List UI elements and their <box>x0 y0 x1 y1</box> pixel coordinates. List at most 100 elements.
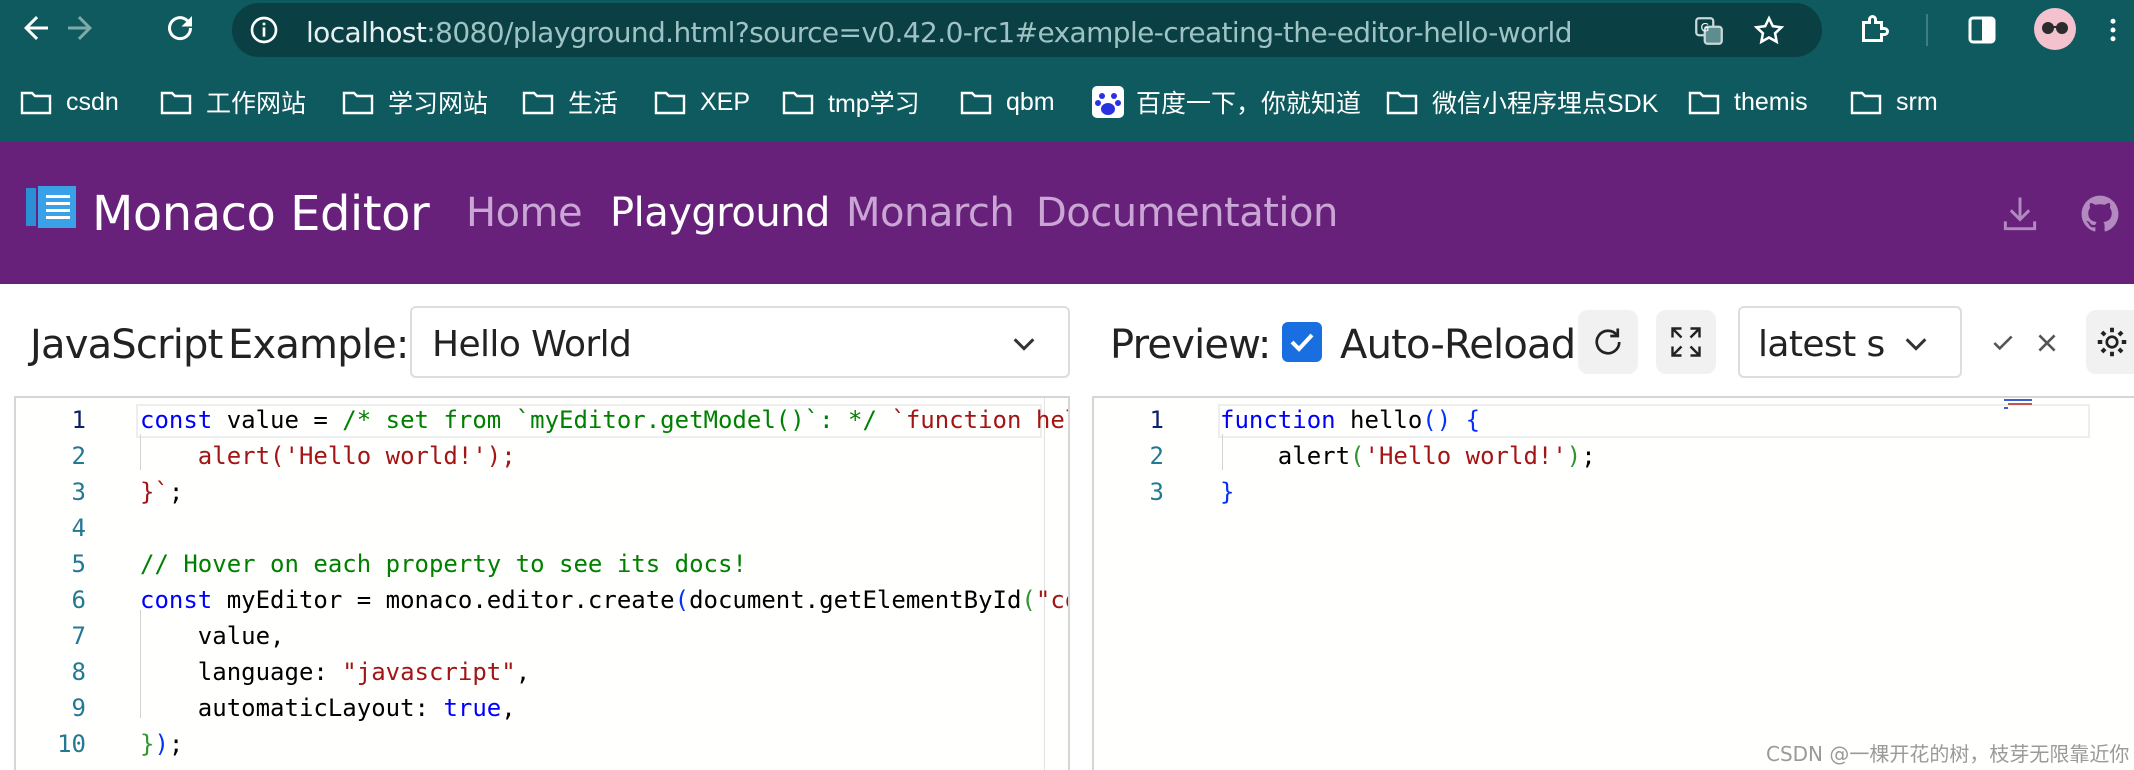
bookmark-csdn[interactable]: csdn <box>20 82 119 122</box>
code-text: } <box>1220 474 1234 510</box>
code-token: 'Hello world!' <box>1364 442 1567 470</box>
site-info-icon[interactable] <box>248 14 280 46</box>
bookmark-label: qbm <box>1006 87 1055 116</box>
folder-icon <box>654 91 686 115</box>
fullscreen-button[interactable] <box>1656 310 1716 374</box>
bookmark-label: 生活 <box>568 90 619 118</box>
bookmark-qbm[interactable]: qbm <box>960 82 1055 122</box>
code-token: ; <box>168 478 184 506</box>
folder-icon <box>160 91 192 115</box>
toolbar-separator <box>1926 14 1928 46</box>
code-line[interactable]: 1 const value = /* set from `myEditor.get… <box>16 402 1068 438</box>
preview-editor[interactable]: 1 function hello() {2 alert('Hello world!… <box>1092 396 2134 770</box>
code-editor[interactable]: 1 const value = /* set from `myEditor.get… <box>14 396 1070 770</box>
line-number: 3 <box>71 478 86 506</box>
nav-home[interactable]: Home <box>466 190 583 236</box>
bookmark-themis[interactable]: themis <box>1688 82 1808 122</box>
code-token: alert('Hello world!'); <box>140 442 516 470</box>
bookmark-label: 学习网站 <box>388 90 489 118</box>
code-line[interactable]: 3} <box>1094 474 2134 510</box>
bookmark-life[interactable]: 生活 <box>522 82 618 122</box>
url-text[interactable]: localhost:8080/playground.html?source=v0… <box>306 16 1572 49</box>
nav-playground[interactable]: Playground <box>610 190 830 236</box>
bookmark-wechat-sdk[interactable]: 微信小程序埋点SDK <box>1386 82 1658 122</box>
refresh-icon <box>1595 328 1621 355</box>
auto-reload-label[interactable]: Auto-Reload <box>1340 322 1576 368</box>
version-select-value: latest s <box>1758 324 1885 365</box>
code-text: value, <box>140 618 285 654</box>
code-line[interactable]: 2 alert('Hello world!'); <box>1094 438 2134 474</box>
address-bar[interactable]: localhost:8080/playground.html?source=v0… <box>232 3 1822 57</box>
code-line[interactable]: 8 language: "javascript", <box>16 654 1068 690</box>
settings-button[interactable] <box>2086 310 2134 374</box>
code-token: ; <box>168 730 184 758</box>
nav-documentation[interactable]: Documentation <box>1036 190 1338 236</box>
bookmark-study-sites[interactable]: 学习网站 <box>342 82 488 122</box>
version-select[interactable]: latest s <box>1738 306 1962 378</box>
close-icon[interactable] <box>2034 330 2060 356</box>
code-text: }`; <box>140 474 183 510</box>
monaco-logo-icon[interactable] <box>26 186 78 228</box>
code-token: language: <box>140 658 343 686</box>
code-text: automaticLayout: true, <box>140 690 516 726</box>
reload-preview-button[interactable] <box>1578 310 1638 374</box>
side-panel-icon[interactable] <box>1964 12 2000 48</box>
extensions-icon[interactable] <box>1856 12 1892 48</box>
code-line[interactable]: 9 automaticLayout: true, <box>16 690 1068 726</box>
example-select-value: Hello World <box>432 324 632 365</box>
download-icon[interactable] <box>1998 192 2042 236</box>
folder-icon <box>342 91 374 115</box>
bookmark-label: tmp学习 <box>828 90 920 118</box>
site-brand[interactable]: Monaco Editor <box>92 186 430 242</box>
code-line[interactable]: 10}); <box>16 726 1068 762</box>
code-line[interactable]: 5 // Hover on each property to see its do… <box>16 546 1068 582</box>
folder-icon <box>522 91 554 115</box>
line-number: 8 <box>71 658 86 686</box>
auto-reload-checkbox[interactable] <box>1282 322 1322 362</box>
bookmark-label: XEP <box>700 87 751 116</box>
folder-icon <box>20 91 52 115</box>
profile-avatar[interactable] <box>2034 8 2076 50</box>
bookmark-label: themis <box>1734 87 1808 116</box>
bookmark-label: 微信小程序埋点SDK <box>1432 90 1659 118</box>
code-text: alert('Hello world!'); <box>1220 438 1596 474</box>
code-line[interactable]: 7 value, <box>16 618 1068 654</box>
code-text: // Hover on each property to see its doc… <box>140 546 747 582</box>
star-icon[interactable] <box>1752 14 1786 48</box>
bookmark-baidu[interactable]: 百度一下，你就知道 <box>1092 82 1361 122</box>
back-button[interactable] <box>18 10 54 46</box>
bookmark-srm[interactable]: srm <box>1850 82 1938 122</box>
arrow-left-icon <box>24 16 48 40</box>
line-number: 4 <box>71 514 86 542</box>
github-icon[interactable] <box>2078 192 2122 236</box>
forward-button[interactable] <box>62 10 98 46</box>
code-token: true <box>443 694 502 722</box>
bookmark-tmp-study[interactable]: tmp学习 <box>782 82 920 122</box>
nav-monarch[interactable]: Monarch <box>846 190 1015 236</box>
code-token: ) <box>1566 442 1582 470</box>
reload-button[interactable] <box>162 10 198 46</box>
bookmark-xep[interactable]: XEP <box>654 82 750 122</box>
line-number: 10 <box>57 730 86 758</box>
code-line[interactable]: 6 const myEditor = monaco.editor.create(d… <box>16 582 1068 618</box>
preview-minimap[interactable] <box>1990 398 2050 414</box>
code-token: document.getElementById <box>689 586 1022 614</box>
bookmark-work-sites[interactable]: 工作网站 <box>160 82 306 122</box>
more-menu-icon[interactable] <box>2098 12 2128 48</box>
code-token: `function hello() { <box>891 406 1068 434</box>
code-text: function hello() { <box>1220 402 1480 438</box>
translate-icon[interactable]: G <box>1692 14 1726 48</box>
code-line[interactable]: 4 <box>16 510 1068 546</box>
code-line[interactable]: 1 function hello() { <box>1094 402 2134 438</box>
code-text: const myEditor = monaco.editor.create(do… <box>140 582 1068 618</box>
check-icon[interactable] <box>1990 330 2016 356</box>
code-token: myEditor = monaco.editor.create <box>212 586 675 614</box>
code-line[interactable]: 3 }`; <box>16 474 1068 510</box>
code-line[interactable]: 2 alert('Hello world!'); <box>16 438 1068 474</box>
example-select[interactable]: Hello World <box>410 306 1070 378</box>
gear-icon <box>2097 327 2127 357</box>
folder-icon <box>782 91 814 115</box>
code-token: }` <box>140 478 169 506</box>
code-line[interactable]: 11 <box>16 762 1068 770</box>
code-token: alert <box>1220 442 1351 470</box>
